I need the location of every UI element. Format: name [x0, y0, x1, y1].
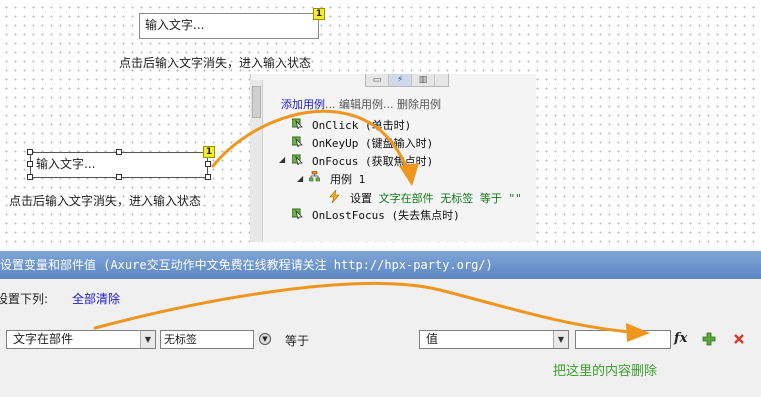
event-onclick[interactable]: OnClick (单击时)	[312, 117, 411, 133]
panel-tab-strip: ▭ ⚡ ▥	[365, 74, 449, 87]
widget-name-field[interactable]: 无标签	[160, 330, 254, 349]
event-onlostfocus[interactable]: OnLostFocus (失去焦点时)	[312, 207, 460, 223]
tab-interactions-icon[interactable]: ⚡	[389, 74, 412, 86]
chevron-down-icon: ▼	[140, 331, 155, 348]
clear-all-link[interactable]: 全部清除	[72, 290, 120, 307]
widget-picker-icon[interactable]: ▼	[259, 333, 271, 345]
set-below-label: 设置下列:	[0, 292, 49, 306]
resize-handle[interactable]	[27, 149, 33, 155]
caption-bottom: 点击后输入文字消失，进入输入状态	[9, 194, 202, 208]
dialog-title: 设置变量和部件值 (Axure交互动作中文免费在线教程请关注 http://hp…	[0, 258, 493, 272]
action-detail: 文字在部件 无标签 等于 ""	[378, 192, 522, 205]
add-case-link[interactable]: 添加用例	[281, 98, 325, 111]
case-links: 添加用例... 编辑用例... 删除用例	[281, 98, 441, 111]
action-set-value[interactable]: 设置 文字在部件 无标签 等于 ""	[350, 190, 522, 206]
case-icon	[309, 171, 320, 182]
tab-style-icon[interactable]: ▥	[412, 74, 435, 86]
collapse-triangle-icon[interactable]: ◢	[297, 174, 303, 183]
text-field-top[interactable]: 输入文字...	[139, 13, 319, 39]
fx-icon[interactable]: fx	[674, 331, 687, 346]
target-type-select[interactable]: 文字在部件 ▼	[6, 330, 156, 349]
event-icon	[292, 118, 303, 129]
delete-icon[interactable]	[733, 333, 745, 345]
action-lightning-icon	[329, 190, 340, 203]
event-icon	[292, 136, 303, 147]
resize-handle[interactable]	[27, 174, 33, 180]
target-type-value: 文字在部件	[13, 332, 74, 346]
collapse-triangle-icon[interactable]: ◢	[279, 155, 285, 164]
annotation-text: 把这里的内容删除	[553, 364, 658, 379]
event-onfocus[interactable]: OnFocus (获取焦点时)	[312, 153, 433, 169]
edit-case-link[interactable]: 编辑用例	[339, 98, 383, 111]
note-marker-icon[interactable]: 1	[203, 146, 215, 158]
panel-scrollbar[interactable]	[250, 80, 263, 242]
equals-label: 等于	[285, 334, 310, 348]
value-type-value: 值	[426, 332, 439, 346]
tab-properties-icon[interactable]: ▭	[366, 74, 389, 86]
value-input[interactable]	[575, 330, 671, 349]
event-icon	[292, 154, 303, 165]
dialog-title-bar[interactable]: 设置变量和部件值 (Axure交互动作中文免费在线教程请关注 http://hp…	[0, 251, 761, 279]
note-marker-icon[interactable]: 1	[313, 8, 325, 20]
event-onkeyup[interactable]: OnKeyUp (键盘输入时)	[312, 135, 433, 151]
resize-handle[interactable]	[116, 174, 122, 180]
resize-handle[interactable]	[205, 161, 211, 167]
action-verb: 设置	[350, 192, 372, 205]
value-type-select[interactable]: 值 ▼	[419, 330, 569, 349]
add-icon[interactable]	[702, 332, 716, 346]
event-icon	[292, 208, 303, 219]
chevron-down-icon: ▼	[553, 331, 568, 348]
case-1[interactable]: 用例 1	[330, 171, 365, 187]
scrollbar-thumb[interactable]	[252, 86, 261, 118]
caption-top: 点击后输入文字消失，进入输入状态	[119, 56, 312, 70]
delete-case-link[interactable]: 删除用例	[397, 98, 441, 111]
resize-handle[interactable]	[116, 149, 122, 155]
resize-handle[interactable]	[205, 174, 211, 180]
resize-handle[interactable]	[27, 161, 33, 167]
